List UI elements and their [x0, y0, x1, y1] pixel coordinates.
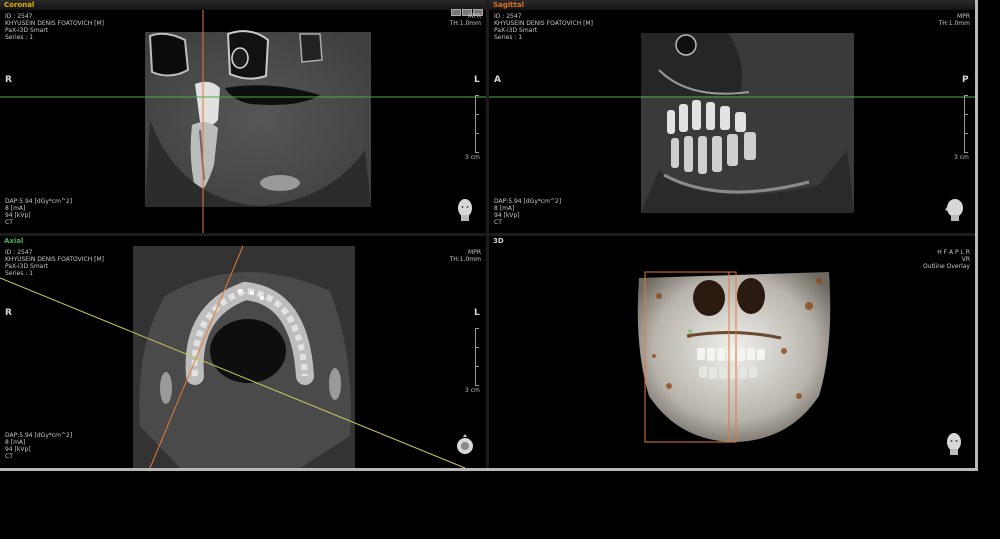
mode-label: MPR: [468, 13, 481, 20]
axial-scale-bar: [475, 328, 482, 386]
head-orientation-icon[interactable]: [455, 198, 475, 222]
ma-label: 8 [mA]: [494, 205, 515, 212]
kvp-label: 94 [kVp]: [5, 212, 31, 219]
3d-overlay-label: Outline Overlay: [923, 263, 970, 270]
series-label: Series : 1: [5, 34, 34, 41]
sagittal-orient-left: A: [494, 75, 501, 85]
patient-id: ID : 2547: [5, 249, 33, 256]
axial-scale-label: 3 cm: [465, 387, 480, 394]
sagittal-scale-label: 3 cm: [954, 154, 969, 161]
patient-id: ID : 2547: [5, 13, 33, 20]
sagittal-scale-bar: [964, 95, 971, 153]
mode-label: MPR: [957, 13, 970, 20]
thickness-label: TH:1.0mm: [449, 20, 481, 27]
viewer-border-right: [975, 0, 978, 470]
thickness-label: TH:1.0mm: [449, 256, 481, 263]
dap-label: DAP:5.94 [dGy*cm^2]: [5, 198, 73, 205]
device-name: PaX-i3D Smart: [5, 263, 49, 270]
kvp-label: 94 [kVp]: [5, 446, 31, 453]
coronal-mode-info: MPR TH:1.0mm: [450, 13, 481, 27]
mode-label: MPR: [468, 249, 481, 256]
thickness-label: TH:1.0mm: [938, 20, 970, 27]
sagittal-viewport[interactable]: Sagittal ID : 2547 KHYUSEIN DENIS FOATOVI…: [489, 0, 975, 233]
sagittal-patient-info: ID : 2547 KHYUSEIN DENIS FOATOVICH [M] PaX…: [494, 13, 593, 41]
3d-axial-marker: ×: [687, 327, 694, 336]
coronal-scale-label: 3 cm: [465, 154, 480, 161]
axial-orient-left: R: [5, 308, 12, 318]
dap-label: DAP:5.94 [dGy*cm^2]: [5, 432, 73, 439]
3d-orientation-label: H F A P L R: [937, 249, 970, 256]
sagittal-exposure-info: DAP:5.94 [dGy*cm^2] 8 [mA] 94 [kVp] CT: [494, 198, 561, 226]
coronal-viewport[interactable]: Coronal ID : 2547 KHYUSEIN DENIS FOATOVIC…: [0, 0, 486, 233]
device-name: PaX-i3D Smart: [494, 27, 538, 34]
coronal-orient-right: L: [474, 75, 480, 85]
3d-mode-label: VR: [961, 256, 970, 263]
axial-patient-info: ID : 2547 KHYUSEIN DENIS FOATOVICH [M] PaX…: [5, 249, 104, 277]
3d-view-info: H F A P L R VR Outline Overlay: [923, 249, 970, 270]
viewport-divider-horizontal[interactable]: [0, 233, 975, 236]
head-orientation-icon[interactable]: [455, 432, 475, 456]
patient-name: KHYUSEIN DENIS FOATOVICH [M]: [5, 20, 104, 27]
axial-orient-right: L: [474, 308, 480, 318]
coronal-exposure-info: DAP:5.94 [dGy*cm^2] 8 [mA] 94 [kVp] CT: [5, 198, 72, 226]
ma-label: 8 [mA]: [5, 205, 26, 212]
3d-skull-render: ×: [637, 271, 831, 443]
coronal-patient-info: ID : 2547 KHYUSEIN DENIS FOATOVICH [M] PaX…: [5, 13, 104, 41]
series-label: Series : 1: [494, 34, 523, 41]
sagittal-mode-info: MPR TH:1.0mm: [939, 13, 970, 27]
head-orientation-icon[interactable]: [944, 198, 964, 222]
axial-exposure-info: DAP:5.94 [dGy*cm^2] 8 [mA] 94 [kVp] CT: [5, 432, 72, 460]
coronal-scale-bar: [475, 95, 482, 153]
patient-name: KHYUSEIN DENIS FOATOVICH [M]: [494, 20, 593, 27]
3d-viewport[interactable]: 3D × H F A P L R VR Outline Overlay: [489, 236, 975, 468]
axial-viewport[interactable]: Axial ID : 2547 KHYUSEIN DENIS FOATOVICH …: [0, 236, 486, 468]
series-label: Series : 1: [5, 270, 34, 277]
patient-id: ID : 2547: [494, 13, 522, 20]
sagittal-orient-right: P: [962, 75, 969, 85]
head-orientation-icon[interactable]: [944, 432, 964, 456]
ma-label: 8 [mA]: [5, 439, 26, 446]
coronal-orient-left: R: [5, 75, 12, 85]
axial-mode-info: MPR TH:1.0mm: [450, 249, 481, 263]
modality-label: CT: [494, 219, 502, 226]
dap-label: DAP:5.94 [dGy*cm^2]: [494, 198, 562, 205]
kvp-label: 94 [kVp]: [494, 212, 520, 219]
modality-label: CT: [5, 219, 13, 226]
device-name: PaX-i3D Smart: [5, 27, 49, 34]
viewer-border-bottom: [0, 468, 978, 471]
patient-name: KHYUSEIN DENIS FOATOVICH [M]: [5, 256, 104, 263]
modality-label: CT: [5, 453, 13, 460]
